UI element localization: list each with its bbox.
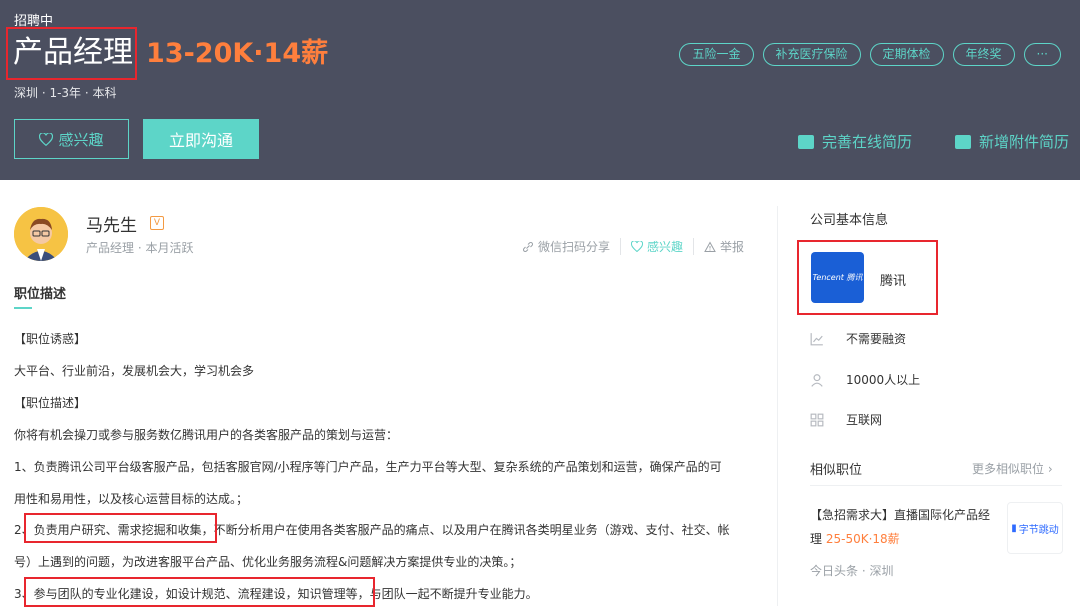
interest-button[interactable]: 感兴趣 bbox=[14, 119, 129, 159]
job-header: 招聘中 产品经理 13-20K·14薪 深圳 · 1-3年 · 本科 五险一金 … bbox=[0, 0, 1080, 180]
heart-icon bbox=[39, 132, 54, 146]
wechat-share-label: 微信扫码分享 bbox=[538, 240, 611, 254]
resume-icon bbox=[798, 134, 814, 149]
add-attachment-resume-link[interactable]: 新增附件简历 bbox=[955, 131, 1069, 152]
more-tags-button[interactable]: ··· bbox=[1023, 43, 1061, 66]
company-name[interactable]: 腾讯 bbox=[880, 270, 906, 289]
description-line: 1、负责腾讯公司平台级客服产品，包括客服官网/小程序等门户产品，生产力平台等大型… bbox=[14, 460, 722, 474]
trend-chart-icon bbox=[810, 332, 823, 345]
more-similar-jobs-label: 更多相似职位 bbox=[972, 462, 1045, 476]
company-size-value: 10000人以上 bbox=[846, 373, 921, 387]
description-line: 号）上遇到的问题，为改进客服平台产品、优化业务服务流程&问题解决方案提供专业的决… bbox=[14, 555, 522, 569]
interest-button-label: 感兴趣 bbox=[58, 130, 104, 149]
complete-online-resume-link[interactable]: 完善在线简历 bbox=[798, 131, 912, 152]
chevron-right-icon: › bbox=[1047, 462, 1053, 476]
panel-divider bbox=[777, 206, 778, 606]
similar-job-salary: 25-50K·18薪 bbox=[825, 532, 900, 546]
complete-online-resume-label: 完善在线简历 bbox=[822, 133, 913, 151]
benefit-tag: 年终奖 bbox=[952, 43, 1015, 66]
report-button[interactable]: 举报 bbox=[694, 238, 754, 255]
highlight-box-user-research bbox=[24, 513, 217, 543]
company-info-title: 公司基本信息 bbox=[810, 213, 889, 228]
similar-jobs-title: 相似职位 bbox=[810, 463, 863, 478]
heart-icon bbox=[631, 241, 644, 252]
upload-icon bbox=[955, 134, 971, 149]
job-title: 产品经理 bbox=[13, 35, 133, 70]
similar-company-logo[interactable]: ▮ 字节跳动 bbox=[1007, 502, 1063, 554]
interest-toggle-label: 感兴趣 bbox=[647, 240, 684, 254]
description-line: 你将有机会操刀或参与服务数亿腾讯用户的各类客服产品的策划与运营： bbox=[14, 428, 399, 442]
company-industry-value: 互联网 bbox=[846, 413, 883, 427]
wechat-share-button[interactable]: 微信扫码分享 bbox=[522, 238, 622, 255]
verified-badge: V bbox=[150, 216, 164, 230]
similar-company-logo-text: 字节跳动 bbox=[1018, 524, 1059, 536]
description-line: 大平台、行业前沿，发展机会大，学习机会多 bbox=[14, 364, 255, 378]
grid-icon bbox=[810, 413, 824, 426]
share-icon bbox=[523, 241, 533, 252]
description-line: 【职位描述】 bbox=[14, 396, 87, 410]
recruiter-avatar[interactable] bbox=[14, 207, 68, 261]
recruiter-subtitle: 产品经理 · 本月活跃 bbox=[86, 241, 194, 255]
benefit-tag: 五险一金 bbox=[679, 43, 754, 66]
highlight-box-team-building bbox=[24, 577, 375, 607]
benefit-tag: 补充医疗保险 bbox=[762, 43, 861, 66]
chat-now-button[interactable]: 立即沟通 bbox=[143, 119, 259, 159]
company-funding: 不需要融资 bbox=[810, 330, 906, 347]
job-actions: 微信扫码分享 感兴趣 举报 bbox=[522, 238, 754, 255]
add-attachment-resume-label: 新增附件简历 bbox=[979, 133, 1070, 151]
description-line: 【职位诱惑】 bbox=[14, 332, 87, 346]
company-industry: 互联网 bbox=[810, 411, 882, 428]
person-icon bbox=[811, 373, 823, 387]
recruiter-name: 马先生 bbox=[86, 216, 137, 236]
similar-job-card[interactable]: 【急招需求大】直播国际化产品经理 25-50K·18薪 bbox=[810, 503, 995, 551]
similar-job-meta: 今日头条 · 深圳 bbox=[810, 564, 894, 578]
bytedance-logo-icon: ▮ bbox=[1011, 522, 1017, 534]
similar-divider bbox=[810, 485, 1062, 486]
report-label: 举报 bbox=[720, 240, 745, 254]
more-similar-jobs-link[interactable]: 更多相似职位 › bbox=[972, 460, 1053, 477]
salary: 13-20K·14薪 bbox=[146, 38, 329, 69]
avatar-illustration-icon bbox=[14, 207, 68, 261]
company-size: 10000人以上 bbox=[810, 371, 920, 388]
benefit-tag: 定期体检 bbox=[869, 43, 944, 66]
company-funding-value: 不需要融资 bbox=[846, 332, 907, 346]
company-logo[interactable]: Tencent 腾讯 bbox=[811, 252, 864, 303]
warning-icon bbox=[704, 240, 716, 252]
interest-toggle[interactable]: 感兴趣 bbox=[621, 238, 695, 255]
description-line: 用性和易用性，以及核心运营目标的达成。； bbox=[14, 492, 249, 506]
job-meta: 深圳 · 1-3年 · 本科 bbox=[14, 86, 117, 100]
benefit-tags: 五险一金 补充医疗保险 定期体检 年终奖 ··· bbox=[679, 43, 1061, 66]
job-description-title: 职位描述 bbox=[14, 287, 67, 302]
section-underline bbox=[14, 307, 32, 309]
